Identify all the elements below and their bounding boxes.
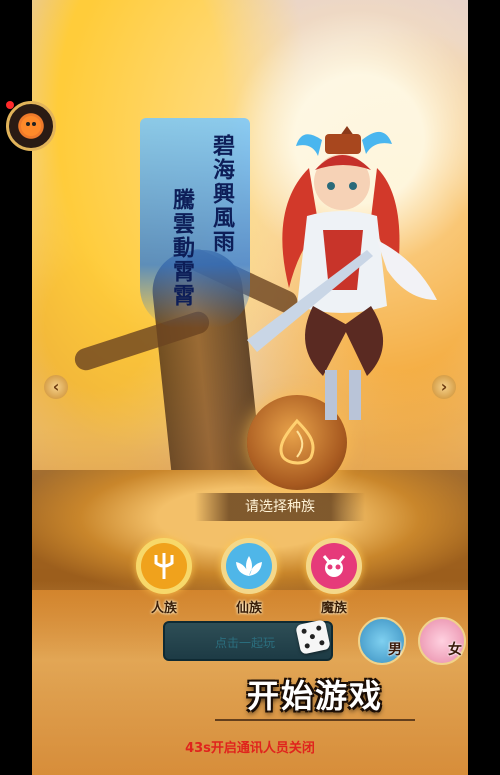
- game-scene: 碧海興風雨 騰雲動霄霄 ‹ › 请选择种族 人族 仙族 魔族 点击一起玩 男 女…: [32, 0, 468, 775]
- race-select-title: 请选择种族: [195, 493, 365, 521]
- footer-note: 43s开启通讯人员关闭: [185, 741, 315, 756]
- random-name-dice-icon[interactable]: [295, 619, 331, 655]
- race-immortal-button[interactable]: [221, 538, 277, 594]
- race-human-button[interactable]: [136, 538, 192, 594]
- banner-line-1: 碧海興風雨: [209, 134, 235, 254]
- start-underline: [215, 719, 415, 721]
- hero-character: [247, 126, 437, 420]
- gender-male-label: 男: [388, 642, 402, 658]
- race-demon-button[interactable]: [306, 538, 362, 594]
- start-game-button[interactable]: 开始游戏: [230, 672, 400, 720]
- mascot-icon: [21, 116, 41, 136]
- gender-female-label: 女: [448, 642, 462, 658]
- lotus-icon: [236, 556, 262, 576]
- prev-arrow-button[interactable]: ‹: [44, 375, 68, 399]
- notification-dot: [6, 101, 14, 109]
- race-label-human: 人族: [150, 601, 177, 616]
- gender-female-button[interactable]: 女: [418, 617, 466, 665]
- banner-line-2: 騰雲動霄霄: [169, 188, 195, 308]
- race-label-demon: 魔族: [320, 601, 347, 616]
- race-label-immortal: 仙族: [235, 601, 262, 616]
- next-arrow-button[interactable]: ›: [432, 375, 456, 399]
- trident-icon: [154, 553, 174, 579]
- player-avatar-button[interactable]: [6, 101, 56, 151]
- gender-male-button[interactable]: 男: [358, 617, 406, 665]
- demon-skull-icon: [322, 555, 346, 577]
- title-banner: 碧海興風雨 騰雲動霄霄: [140, 118, 250, 328]
